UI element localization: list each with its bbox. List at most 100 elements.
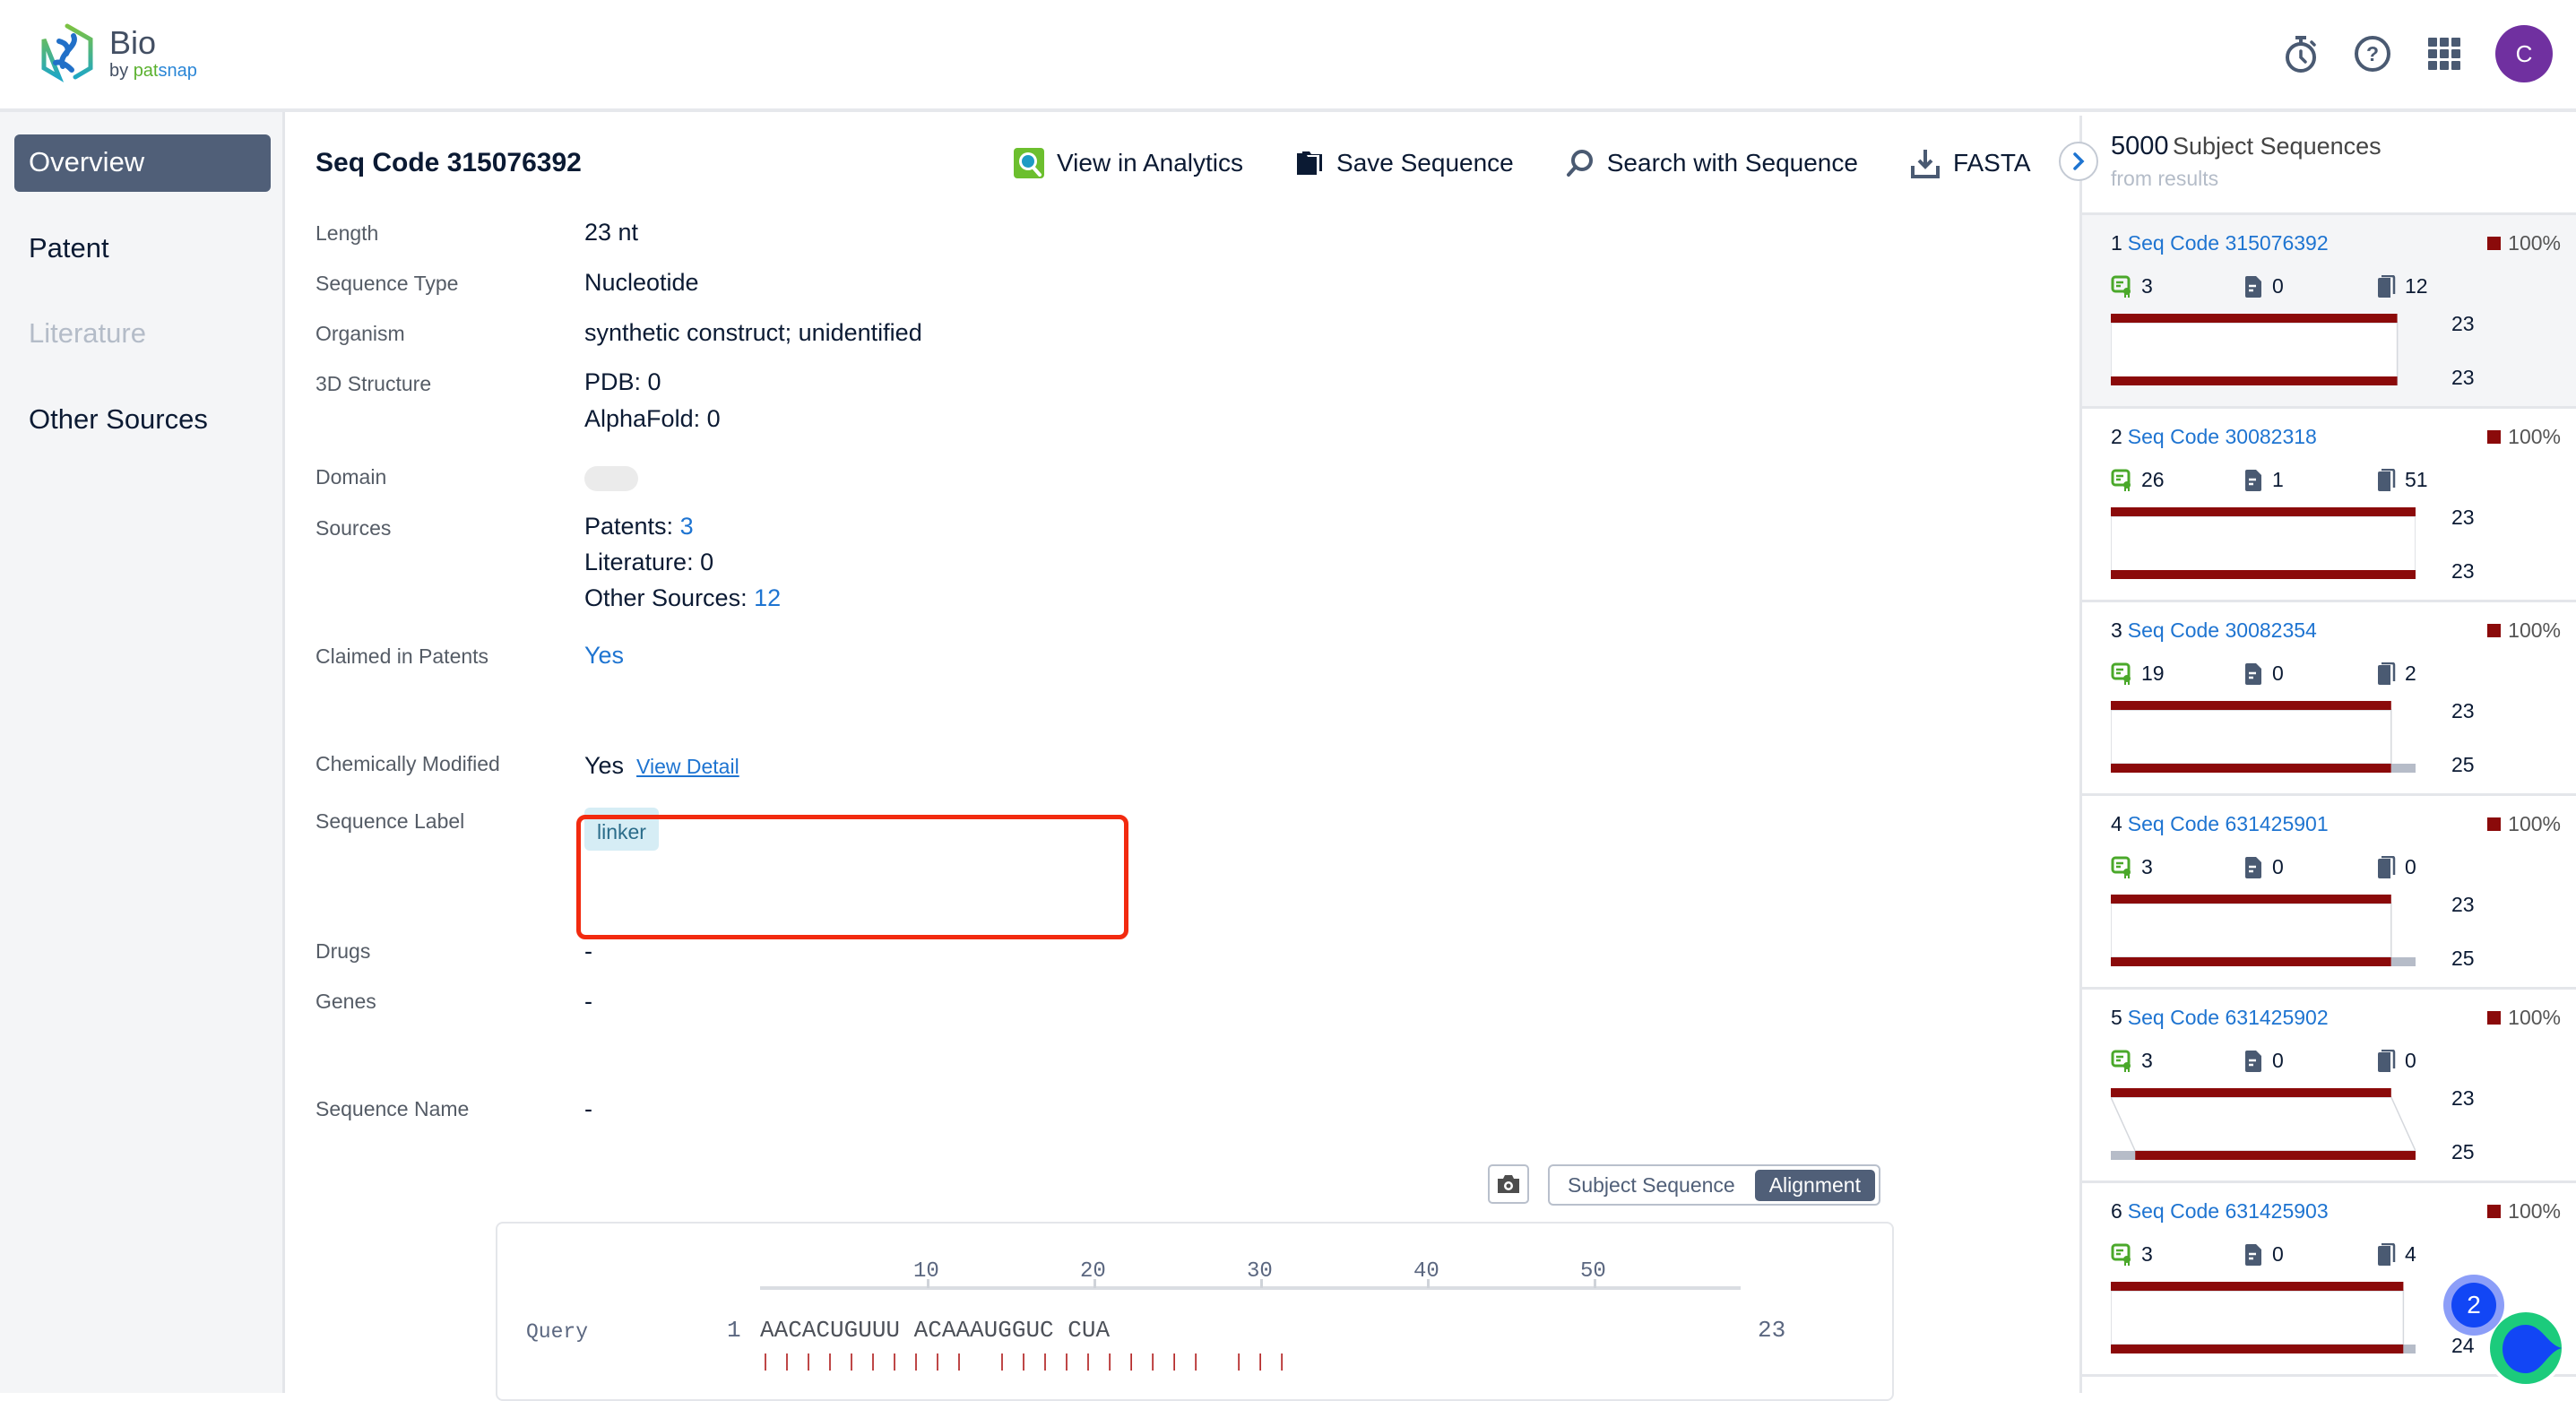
sidebar-item-patent[interactable]: Patent <box>14 221 271 278</box>
apps-button[interactable] <box>2424 33 2465 74</box>
identity-value: 100% <box>2508 425 2561 448</box>
pdb-value: PDB: 0 <box>584 368 661 395</box>
card-index: 4 <box>2111 812 2122 835</box>
timer-button[interactable] <box>2280 33 2321 74</box>
patents-count-link[interactable]: 3 <box>680 513 694 540</box>
literature-count: 0 <box>2272 274 2284 298</box>
card-seq-code-link[interactable]: Seq Code 631425903 <box>2128 1199 2329 1223</box>
download-icon <box>1910 150 1940 178</box>
brand-logo[interactable]: Bio by patsnap <box>39 23 197 84</box>
query-bar <box>2111 314 2398 323</box>
identity-swatch <box>2487 430 2502 444</box>
query-bar <box>2111 895 2391 904</box>
stat-patents: 3 <box>2111 274 2243 298</box>
linker-tag[interactable]: linker <box>584 808 659 851</box>
screenshot-button[interactable] <box>1488 1164 1529 1204</box>
fasta-label: FASTA <box>1952 149 2031 177</box>
other-sources-count-link[interactable]: 12 <box>754 584 781 611</box>
ruler-tick-label: 50 <box>1580 1259 1606 1284</box>
other-sources-icon <box>2378 855 2396 878</box>
stat-other: 0 <box>2376 1049 2509 1073</box>
stat-patents: 3 <box>2111 1242 2243 1267</box>
subject-card[interactable]: 4 Seq Code 631425901 100% 3 0 0 23 25 <box>2082 796 2576 990</box>
collapse-panel-button[interactable] <box>2059 142 2098 181</box>
timer-icon <box>2286 36 2316 73</box>
toggle-alignment[interactable]: Alignment <box>1754 1169 1875 1201</box>
view-toggle: Subject Sequence Alignment <box>1548 1164 1880 1206</box>
card-seq-code-link[interactable]: Seq Code 631425902 <box>2128 1006 2329 1029</box>
literature-icon <box>2245 662 2261 685</box>
save-sequence-button[interactable]: Save Sequence <box>1295 149 1514 177</box>
search-with-sequence-button[interactable]: Search with Sequence <box>1566 149 1858 177</box>
view-in-analytics-button[interactable]: View in Analytics <box>1014 148 1243 178</box>
subject-card[interactable]: 2 Seq Code 30082318 100% 26 1 51 23 23 <box>2082 409 2576 602</box>
sidebar-item-overview[interactable]: Overview <box>14 134 271 192</box>
subject-unaligned <box>2390 764 2416 773</box>
chat-badge: 2 <box>2467 1291 2481 1319</box>
match-line: | | | | | | | | | | | | | | | | | | | | … <box>760 1353 1288 1373</box>
claimed-label: Claimed in Patents <box>316 644 489 668</box>
patents-count: 26 <box>2141 468 2165 491</box>
alignment-panel: Query 1 AACACUGUUU ACAAAUGGUC CUA 23 | |… <box>496 1222 1894 1401</box>
card-index: 1 <box>2111 231 2122 255</box>
other-count: 12 <box>2405 274 2428 298</box>
genes-label: Genes <box>316 990 376 1013</box>
fasta-download-button[interactable]: FASTA <box>1910 148 2031 178</box>
subject-length: 23 <box>2451 559 2475 583</box>
literature-icon <box>2245 1050 2261 1072</box>
top-header: Bio by patsnap ? C <box>0 0 2576 112</box>
sequence-type-label: Sequence Type <box>316 272 459 295</box>
subject-card[interactable]: 5 Seq Code 631425902 100% 3 0 0 23 25 <box>2082 990 2576 1183</box>
folder-icon <box>1297 151 1323 175</box>
query-bar <box>2111 507 2416 516</box>
brand-snap: snap <box>158 61 197 81</box>
sources-literature: Literature: 0 <box>584 549 714 575</box>
subject-bar <box>2111 570 2416 579</box>
patents-count: 3 <box>2141 1242 2153 1266</box>
stat-literature: 0 <box>2243 1049 2376 1073</box>
stat-other: 0 <box>2376 855 2509 879</box>
claimed-yes-link[interactable]: Yes <box>584 642 624 670</box>
card-seq-code-link[interactable]: Seq Code 30082318 <box>2128 425 2317 448</box>
save-sequence-label: Save Sequence <box>1336 149 1514 177</box>
ruler-tick-label: 40 <box>1413 1259 1439 1284</box>
other-count: 51 <box>2405 468 2428 491</box>
identity-swatch <box>2487 1011 2502 1025</box>
help-button[interactable]: ? <box>2352 33 2393 74</box>
query-end: 23 <box>1758 1317 1786 1344</box>
other-count: 0 <box>2405 1049 2416 1072</box>
stat-patents: 26 <box>2111 468 2243 492</box>
card-index: 5 <box>2111 1006 2122 1029</box>
apps-grid-icon <box>2428 38 2460 70</box>
stat-literature: 0 <box>2243 1242 2376 1267</box>
alignment-overview <box>2111 1282 2416 1353</box>
card-stats: 3 0 12 <box>2111 274 2509 298</box>
card-seq-code-link[interactable]: Seq Code 631425901 <box>2128 812 2329 835</box>
chat-assistant-button[interactable]: 2 <box>2438 1273 2563 1389</box>
camera-icon <box>1498 1175 1519 1193</box>
stat-other: 51 <box>2376 468 2509 492</box>
subject-card[interactable]: 1 Seq Code 315076392 100% 3 0 12 23 23 <box>2082 215 2576 409</box>
search-with-sequence-label: Search with Sequence <box>1606 149 1858 177</box>
card-seq-code-link[interactable]: Seq Code 30082354 <box>2128 618 2317 642</box>
organism-label: Organism <box>316 322 405 345</box>
subject-card[interactable]: 3 Seq Code 30082354 100% 19 0 2 23 25 <box>2082 602 2576 796</box>
view-detail-link[interactable]: View Detail <box>636 755 739 778</box>
subject-unaligned <box>2390 957 2416 966</box>
card-seq-code-link[interactable]: Seq Code 315076392 <box>2128 231 2329 255</box>
subject-count: 5000 <box>2111 132 2169 160</box>
identity-value: 100% <box>2508 1006 2561 1029</box>
subject-length: 25 <box>2451 753 2475 776</box>
patents-text: Patents: <box>584 513 680 540</box>
literature-count: 0 <box>2272 662 2284 685</box>
chem-mod-yes: Yes <box>584 752 625 779</box>
user-avatar[interactable]: C <box>2495 25 2553 82</box>
other-count: 0 <box>2405 855 2416 878</box>
toggle-subject-sequence[interactable]: Subject Sequence <box>1568 1173 1735 1198</box>
card-index: 3 <box>2111 618 2122 642</box>
sidebar-item-other-sources[interactable]: Other Sources <box>14 392 271 449</box>
sidebar: Overview Patent Literature Other Sources <box>0 112 285 1393</box>
sequence-name-label: Sequence Name <box>316 1097 470 1120</box>
identity-value: 100% <box>2508 1199 2561 1223</box>
literature-icon <box>2245 469 2261 491</box>
